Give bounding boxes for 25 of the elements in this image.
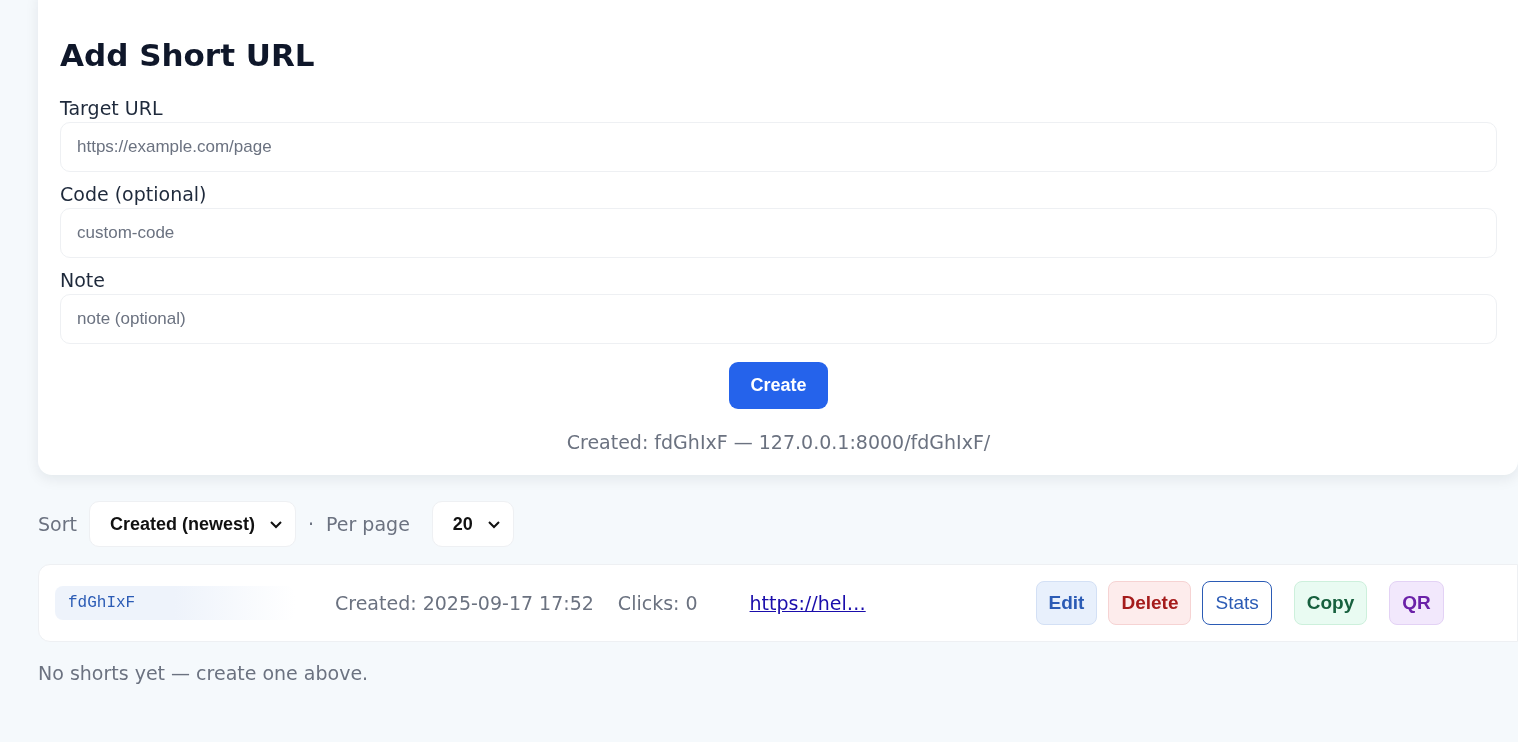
input-field[interactable]: note (optional) [60,294,1497,344]
per-page-label: Per page [326,513,410,535]
chevron-down-icon [269,519,283,529]
edit-button[interactable]: Edit [1035,581,1098,625]
input-field[interactable]: custom-code [60,208,1497,258]
sort-label: Sort [38,513,77,535]
target-link[interactable]: https://hel… [749,592,1012,614]
field-label: Target URL [60,96,164,120]
qr-button[interactable]: QR [1389,581,1444,625]
form-title: Add Short URL [60,36,316,74]
per-page-select[interactable]: 20 [431,501,514,547]
input-field[interactable]: https://example.com/page [60,122,1497,172]
stats-button[interactable]: Stats [1202,581,1272,625]
separator-dot: · [308,513,315,535]
empty-message: No shorts yet — create one above. [38,662,370,684]
field-label: Code (optional) [60,182,208,206]
chevron-down-icon [486,519,501,529]
delete-button[interactable]: Delete [1108,581,1192,625]
copy-button[interactable]: Copy [1293,581,1368,625]
result-message: Created: fdGhIxF — 127.0.0.1:8000/fdGhIxF/ [565,431,992,453]
create-button[interactable]: Create [729,362,828,409]
click-count: Clicks: 0 [617,592,698,614]
created-date: Created: 2025-09-17 17:52 [335,592,594,614]
field-label: Note [60,268,106,292]
sort-select[interactable]: Created (newest) [88,501,296,547]
